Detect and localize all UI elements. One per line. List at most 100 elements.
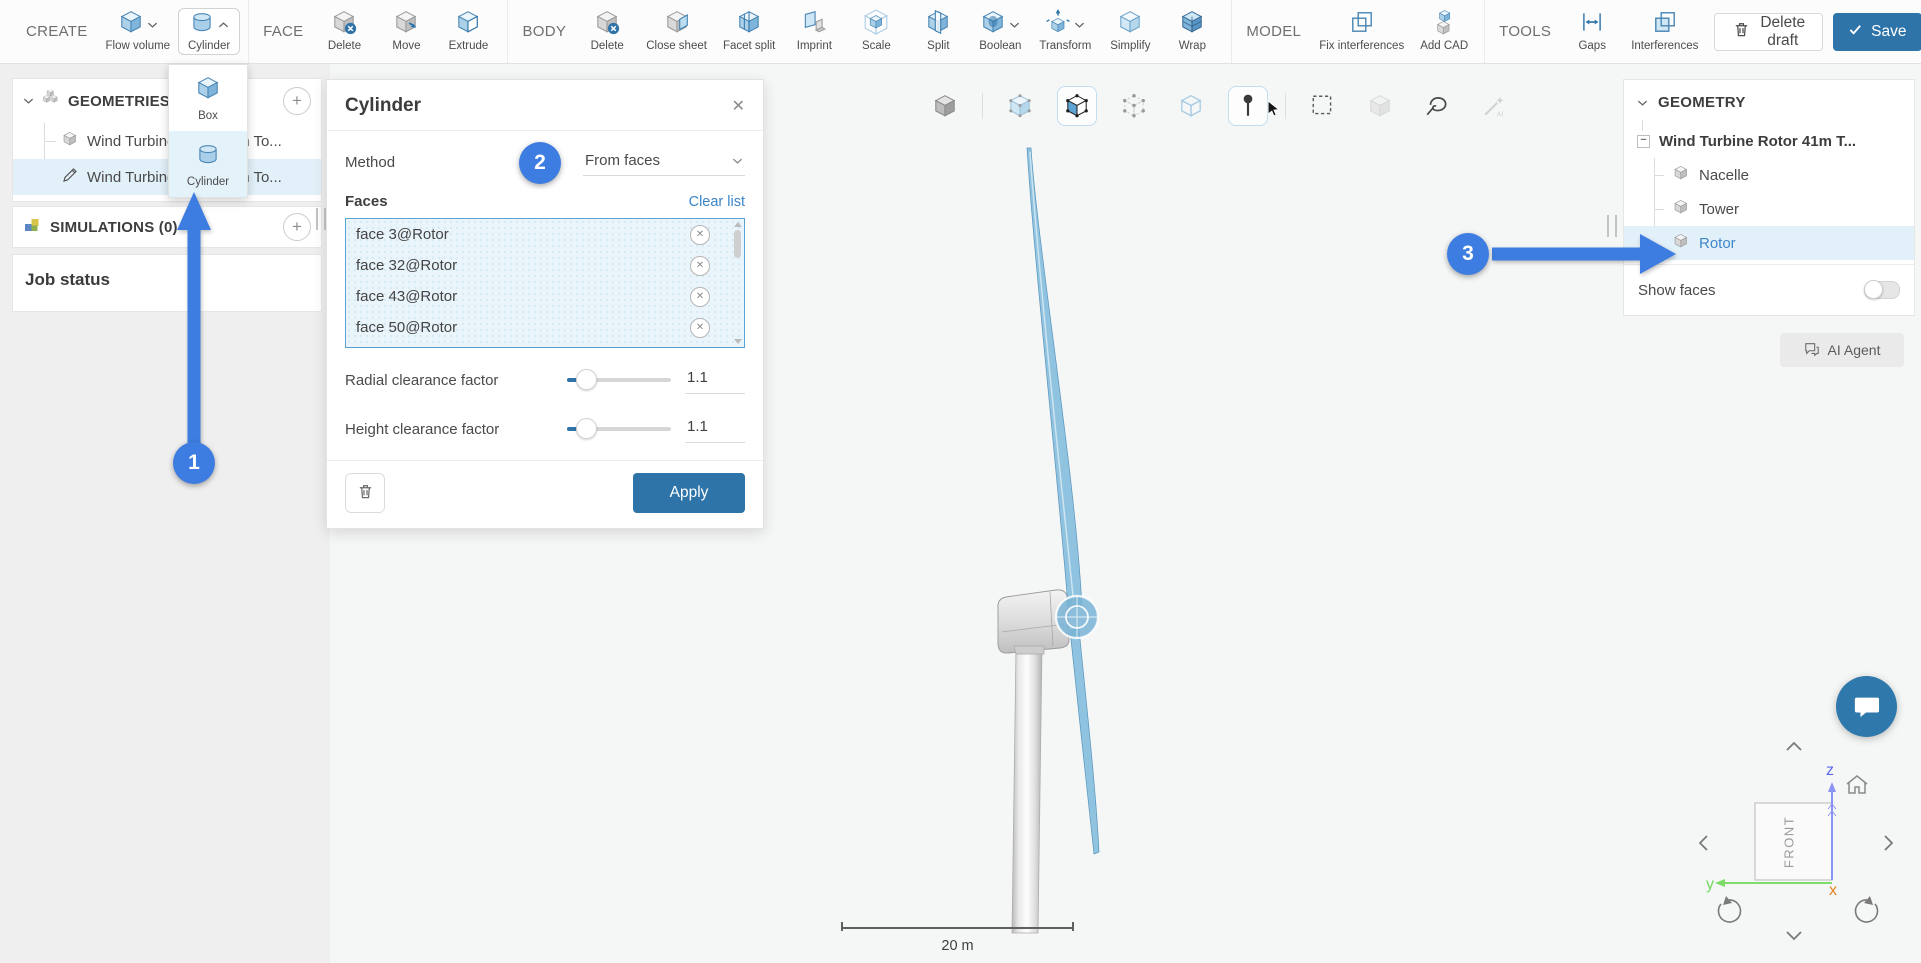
method-select[interactable]: From faces [583, 148, 745, 176]
toolbar-item-flow-volume[interactable]: Flow volume [98, 8, 179, 55]
delete-operation-button[interactable] [345, 473, 385, 513]
facet-split-icon [736, 9, 762, 40]
collapse-icon[interactable] [1637, 135, 1650, 148]
fix-interferences-icon [1349, 9, 1375, 40]
left-resize-handle[interactable] [316, 208, 326, 230]
radial-clearance-value[interactable]: 1.1 [685, 367, 745, 394]
toolbar-item-label: Fix interferences [1319, 40, 1404, 52]
geometry-child-nacelle[interactable]: Nacelle [1624, 158, 1914, 192]
navigation-widget[interactable]: FRONT z y x [1690, 733, 1920, 963]
toolbar-item-close-sheet[interactable]: Close sheet [638, 8, 715, 55]
cylinder-icon [195, 141, 221, 172]
face-list-item[interactable]: face 43@Rotor [346, 281, 744, 312]
toolbar-item-scale[interactable]: Scale [845, 8, 907, 55]
geometries-header[interactable]: GEOMETRIES [13, 79, 321, 123]
lasso-select-icon[interactable] [1417, 86, 1457, 126]
geometry-tree-item[interactable]: Wind Turbine Rotor 41m To... [13, 123, 321, 159]
rotate-cw-icon[interactable] [1856, 896, 1878, 922]
close-icon[interactable] [732, 96, 745, 116]
select-volumes-icon[interactable] [1171, 86, 1211, 126]
ai-agent-button[interactable]: AI Agent [1780, 333, 1904, 367]
toolbar-item-imprint[interactable]: Imprint [783, 8, 845, 55]
scale-icon [863, 9, 889, 40]
wind-turbine-model[interactable] [930, 140, 1250, 945]
scroll-up-icon[interactable] [734, 222, 742, 227]
job-status-panel: Job status [12, 254, 322, 312]
toolbar-item-transform[interactable]: Transform [1031, 8, 1099, 55]
toolbar-item-cylinder[interactable]: Cylinder [178, 8, 240, 55]
face-list-item[interactable]: face 32@Rotor [346, 250, 744, 281]
add-simulation-button[interactable] [283, 213, 311, 241]
cube-vertices-icon[interactable] [1000, 86, 1040, 126]
simulations-panel[interactable]: SIMULATIONS (0) [12, 206, 322, 248]
toolbar-item-label: Facet split [723, 40, 775, 52]
geometry-child-tower[interactable]: Tower [1624, 192, 1914, 226]
face-list-item[interactable]: face 50@Rotor [346, 312, 744, 343]
apply-button[interactable]: Apply [633, 473, 745, 513]
faces-scrollbar[interactable] [733, 222, 742, 344]
toolbar-item-add-cad[interactable]: Add CAD [1412, 8, 1476, 55]
radial-clearance-slider[interactable] [567, 369, 671, 391]
shaded-view-icon[interactable] [925, 86, 965, 126]
toolbar-item-move[interactable]: Move [375, 8, 437, 55]
geometry-root-item[interactable]: Wind Turbine Rotor 41m T... [1624, 124, 1914, 158]
remove-face-icon[interactable] [690, 225, 710, 245]
face-list-item[interactable]: face 3@Rotor [346, 219, 744, 250]
height-clearance-slider[interactable] [567, 418, 671, 440]
toolbar-item-boolean[interactable]: Boolean [969, 8, 1031, 55]
step-3-badge: 3 [1447, 233, 1489, 275]
toolbar-item-facet-split[interactable]: Facet split [715, 8, 783, 55]
select-vertices-icon[interactable] [1114, 86, 1154, 126]
toolbar-item-label: Delete [591, 40, 624, 52]
annotation-arrow-3 [1492, 232, 1682, 276]
rotate-ccw-icon[interactable] [1718, 896, 1740, 922]
rotate-down-icon[interactable] [1787, 932, 1801, 939]
chevron-down-icon [1074, 16, 1085, 34]
box-select-icon[interactable] [1303, 86, 1343, 126]
geometry-panel-header[interactable]: GEOMETRY [1624, 80, 1914, 124]
trash-icon [1732, 20, 1751, 44]
close-sheet-icon [664, 9, 690, 40]
toolbar-item-delete[interactable]: Delete [313, 8, 375, 55]
toolbar-item-delete[interactable]: Delete [576, 8, 638, 55]
support-chat-button[interactable] [1836, 676, 1897, 737]
toolbar-item-gaps[interactable]: Gaps [1561, 8, 1623, 55]
cube-move-icon [393, 9, 419, 40]
chat-bubble-icon [1852, 692, 1882, 722]
toolbar-item-extrude[interactable]: Extrude [437, 8, 499, 55]
create-menu-item-label: Box [198, 110, 218, 122]
step-2-badge: 2 [519, 142, 561, 184]
toolbar-item-interferences[interactable]: Interferences [1623, 8, 1706, 55]
toolbar-item-split[interactable]: Split [907, 8, 969, 55]
rotate-up-icon[interactable] [1787, 743, 1801, 750]
home-view-icon[interactable] [1847, 776, 1867, 793]
rotate-left-icon[interactable] [1700, 836, 1707, 850]
save-button[interactable]: Save [1833, 13, 1921, 51]
select-bodies-icon[interactable] [1057, 86, 1097, 126]
clear-list-link[interactable]: Clear list [689, 194, 745, 210]
remove-face-icon[interactable] [690, 256, 710, 276]
part-icon [61, 130, 79, 152]
height-clearance-value[interactable]: 1.1 [685, 416, 745, 443]
toolbar-item-label: Flow volume [106, 40, 171, 52]
geometry-tree-item[interactable]: Wind Turbine Rotor 41m To... [13, 159, 321, 195]
probe-point-icon[interactable] [1228, 86, 1268, 126]
scroll-thumb[interactable] [734, 230, 741, 258]
delete-draft-button[interactable]: Delete draft [1714, 13, 1823, 51]
scroll-down-icon[interactable] [734, 339, 742, 344]
toolbar-group-label: BODY [522, 23, 566, 40]
toolbar-item-wrap[interactable]: Wrap [1161, 8, 1223, 55]
create-menu-item-box[interactable]: Box [169, 65, 247, 131]
rotate-right-icon[interactable] [1885, 836, 1892, 850]
remove-face-icon[interactable] [690, 318, 710, 338]
faces-head-row: Faces Clear list [345, 193, 745, 210]
show-faces-toggle[interactable] [1864, 281, 1900, 299]
face-item-label: face 3@Rotor [356, 226, 449, 243]
toolbar-item-simplify[interactable]: Simplify [1099, 8, 1161, 55]
remove-face-icon[interactable] [690, 287, 710, 307]
toolbar-item-label: Delete [328, 40, 361, 52]
simplify-icon [1117, 9, 1143, 40]
add-geometry-button[interactable] [283, 87, 311, 115]
toolbar-item-fix-interferences[interactable]: Fix interferences [1311, 8, 1412, 55]
geometry-panel-title: GEOMETRY [1658, 94, 1746, 111]
